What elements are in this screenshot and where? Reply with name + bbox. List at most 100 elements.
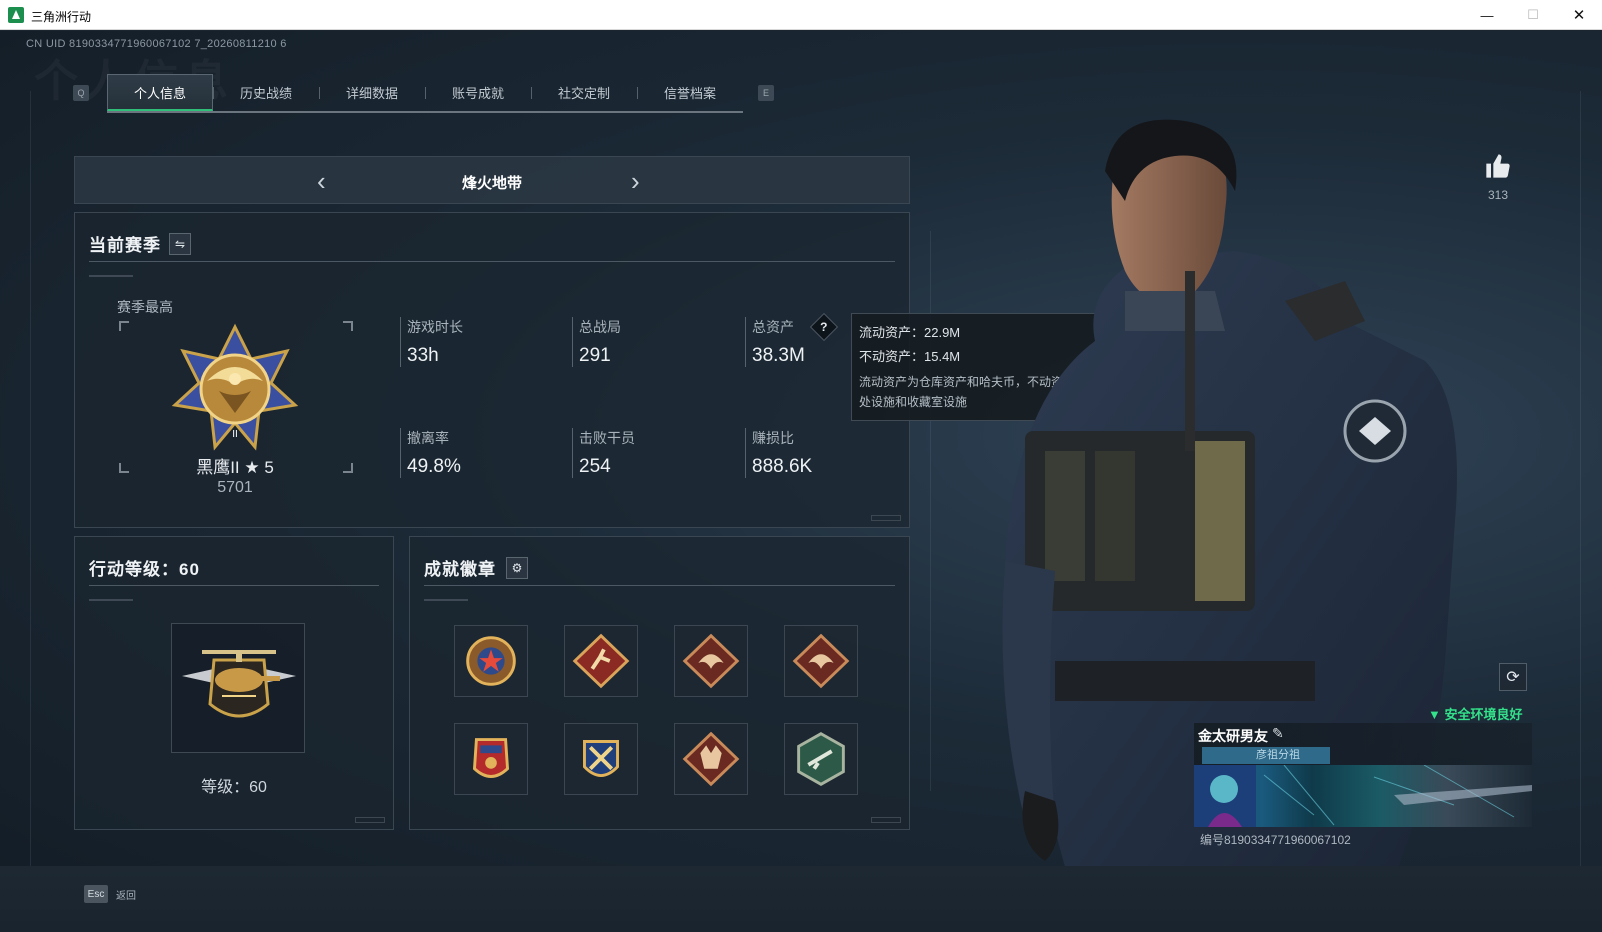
safe-environment-status: ▼ 安全环境良好 xyxy=(1428,707,1523,722)
divider-tick xyxy=(89,599,133,601)
star-shield-badge-icon xyxy=(466,636,516,686)
frame-corner xyxy=(343,321,353,331)
badge-runner[interactable] xyxy=(564,625,638,697)
mode-title: 烽火地带 xyxy=(461,175,522,192)
divider-tick xyxy=(89,275,133,277)
season-title: 当前赛季 xyxy=(89,236,161,255)
divider-tick xyxy=(424,599,468,601)
rank-name: 黑鹰II ★ 5 xyxy=(196,458,274,477)
player-title-tag: 彦祖分祖 xyxy=(1202,747,1330,764)
stat-kills: 击败干员 254 xyxy=(572,428,722,478)
hex-gun-badge-icon xyxy=(797,732,845,786)
player-id: 编号8190334771960067102 xyxy=(1200,833,1351,847)
season-best-label: 赛季最高 xyxy=(117,299,173,315)
bottom-bar: Esc 返回 xyxy=(0,866,1602,932)
dragon-badge-icon xyxy=(682,633,740,689)
dragon-badge-2-icon xyxy=(792,633,850,689)
stat-value: 49.8% xyxy=(407,456,461,477)
safe-status-text: 安全环境良好 xyxy=(1444,707,1523,722)
back-label[interactable]: 返回 xyxy=(116,887,136,902)
svg-text:II: II xyxy=(232,429,238,440)
stat-value: 888.6K xyxy=(752,456,813,477)
crossed-swords-badge-icon xyxy=(583,740,619,777)
stat-playtime: 游戏时长 33h xyxy=(400,317,550,367)
panel-decoration xyxy=(871,515,901,521)
swap-season-icon[interactable]: ⇋ xyxy=(169,233,191,255)
badge-wolf[interactable] xyxy=(674,723,748,795)
stat-extract-rate: 撤离率 49.8% xyxy=(400,428,550,478)
mode-next-arrow-icon[interactable]: › xyxy=(631,166,640,197)
runner-badge-icon xyxy=(572,633,630,689)
tooltip-fixed: 不动资产：15.4M xyxy=(859,349,961,364)
mode-selector: ‹ 烽火地带 › xyxy=(74,156,910,204)
uid-text: CN UID 8190334771960067102 7_20260811210… xyxy=(26,38,287,50)
badge-panel: 成就徽章 ⚙ xyxy=(409,536,910,830)
badge-star-shield[interactable] xyxy=(454,625,528,697)
stat-matches: 总战局 291 xyxy=(572,317,722,367)
panel-decoration xyxy=(871,817,901,823)
prev-tab-key[interactable]: Q xyxy=(73,85,89,101)
divider xyxy=(89,585,379,586)
tab-history[interactable]: 历史战绩 xyxy=(213,74,319,111)
badge-crossed-swords[interactable] xyxy=(564,723,638,795)
level-title: 行动等级：60 xyxy=(89,560,200,579)
tab-list: 个人信息 历史战绩 详细数据 账号成就 社交定制 信誉档案 xyxy=(107,74,743,113)
stat-label: 赚损比 xyxy=(752,430,794,446)
player-card[interactable]: 金太研男友 ✎ 彦祖分祖 编号8190334771960067102 xyxy=(1194,723,1532,860)
rank-emblem-icon: II xyxy=(171,323,299,451)
divider xyxy=(424,585,895,586)
tooltip-liquid: 流动资产：22.9M xyxy=(859,325,961,340)
stat-label: 游戏时长 xyxy=(407,319,463,335)
thumbs-up-icon[interactable] xyxy=(1484,152,1512,180)
app-logo-icon xyxy=(8,7,24,23)
maximize-button[interactable]: ☐ xyxy=(1510,0,1556,30)
hud-line xyxy=(30,91,31,871)
next-tab-key[interactable]: E xyxy=(758,85,774,101)
tab-achievements[interactable]: 账号成就 xyxy=(425,74,531,111)
hud-line xyxy=(1580,91,1581,871)
frame-corner xyxy=(119,321,129,331)
gear-icon[interactable]: ⚙ xyxy=(506,557,528,579)
stat-value: 254 xyxy=(579,456,611,477)
tab-social[interactable]: 社交定制 xyxy=(531,74,637,111)
frame-corner xyxy=(119,463,129,473)
stat-profit-ratio: 赚损比 888.6K xyxy=(745,428,895,478)
tab-credit[interactable]: 信誉档案 xyxy=(637,74,743,111)
badge-dragon-2[interactable] xyxy=(784,625,858,697)
minimize-button[interactable]: — xyxy=(1464,0,1510,30)
season-panel: 当前赛季 ⇋ 赛季最高 II 黑鹰II ★ 5 5701 游戏时长 33h 总战… xyxy=(74,212,910,528)
banner-art xyxy=(1194,765,1532,827)
level-text: 等级：60 xyxy=(201,779,267,796)
like-count: 313 xyxy=(1487,188,1509,202)
tab-personal-info[interactable]: 个人信息 xyxy=(107,74,213,111)
player-name: 金太研男友 xyxy=(1198,728,1268,744)
badge-eagle-shield[interactable] xyxy=(454,723,528,795)
stat-label: 击败干员 xyxy=(579,430,635,446)
divider xyxy=(89,261,895,262)
helicopter-emblem-icon xyxy=(182,650,296,718)
frame-corner xyxy=(343,463,353,473)
tab-detailed-data[interactable]: 详细数据 xyxy=(319,74,425,111)
player-card-header: 金太研男友 ✎ 彦祖分祖 xyxy=(1194,723,1532,765)
badge-hex-gun[interactable] xyxy=(784,723,858,795)
stat-value: 33h xyxy=(407,345,439,366)
player-banner-image xyxy=(1194,765,1532,827)
level-panel: 行动等级：60 等级：60 xyxy=(74,536,394,830)
window-title: 三角洲行动 xyxy=(31,10,92,24)
help-glyph: ? xyxy=(820,320,828,334)
eagle-shield-badge-icon xyxy=(472,738,510,778)
edit-name-icon[interactable]: ✎ xyxy=(1272,725,1284,742)
esc-key[interactable]: Esc xyxy=(84,885,108,903)
panel-decoration xyxy=(355,817,385,823)
refresh-icon[interactable]: ⟳ xyxy=(1499,663,1527,691)
badges-title: 成就徽章 xyxy=(424,560,496,579)
wolf-badge-icon xyxy=(682,731,740,787)
stat-value: 291 xyxy=(579,345,611,366)
stat-label: 总战局 xyxy=(579,319,621,335)
level-emblem-frame xyxy=(171,623,305,753)
rank-score: 5701 xyxy=(217,479,253,496)
window-titlebar: 三角洲行动 — ☐ ✕ xyxy=(0,0,1602,30)
game-screen: 个人信息 CN UID 8190334771960067102 7_202608… xyxy=(0,31,1602,932)
close-button[interactable]: ✕ xyxy=(1556,0,1602,30)
badge-dragon[interactable] xyxy=(674,625,748,697)
